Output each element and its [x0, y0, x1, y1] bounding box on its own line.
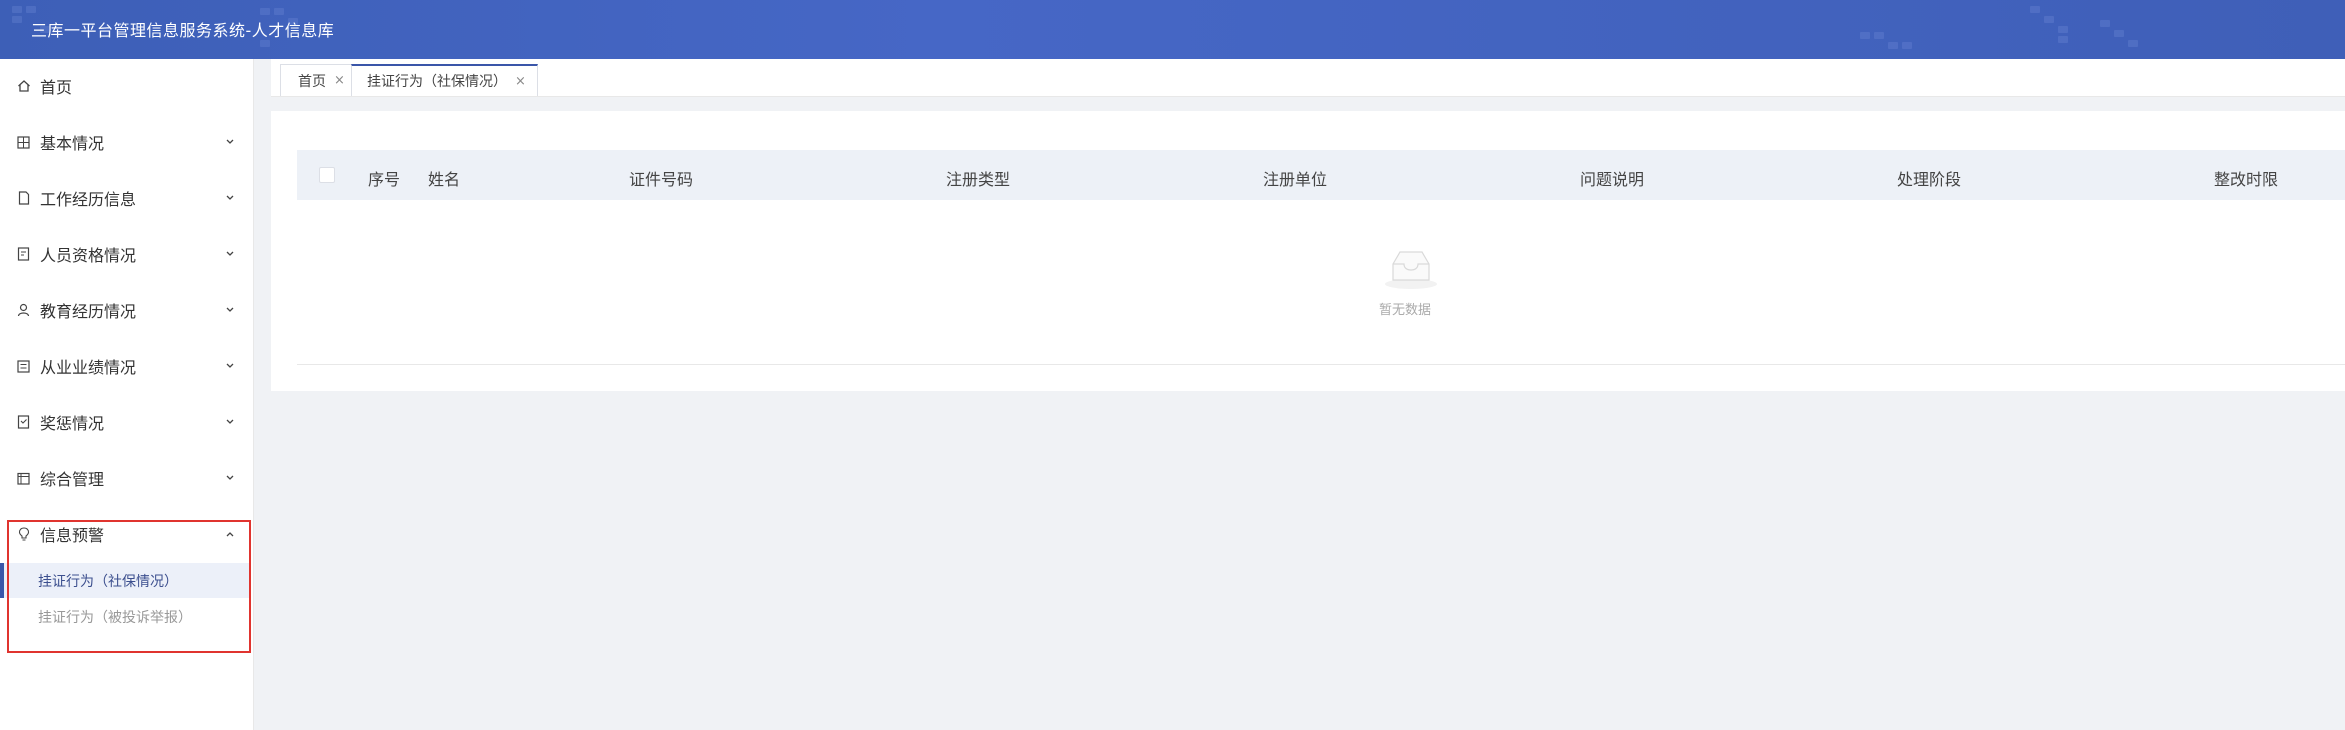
sidebar-item-label: 从业业绩情况 — [40, 358, 137, 377]
sidebar-item-rewards[interactable]: 奖惩情况 — [0, 402, 254, 442]
chevron-up-icon — [224, 528, 236, 540]
sidebar-item-label: 人员资格情况 — [40, 246, 137, 265]
app-title: 三库一平台管理信息服务系统-人才信息库 — [31, 21, 335, 40]
sidebar-item-label: 首页 — [40, 78, 73, 97]
chevron-down-icon — [224, 360, 236, 372]
sidebar-subitem-label: 挂证行为（被投诉举报） — [38, 609, 192, 626]
column-header: 处理阶段 — [1897, 170, 1962, 189]
column-header: 整改时限 — [2214, 170, 2279, 189]
close-icon[interactable]: × — [334, 73, 345, 88]
top-header: 三库一平台管理信息服务系统-人才信息库 — [0, 0, 2345, 59]
certificate-icon — [16, 247, 31, 262]
sidebar-item-label: 信息预警 — [40, 526, 105, 545]
sidebar-item-education[interactable]: 教育经历情况 — [0, 290, 254, 330]
tab-bar: 首页 × 挂证行为（社保情况） × — [271, 59, 2345, 97]
sidebar-item-label: 综合管理 — [40, 470, 105, 489]
sidebar-subitem-social-security[interactable]: 挂证行为（社保情况） — [0, 563, 250, 598]
document-icon — [16, 191, 31, 206]
chevron-down-icon — [224, 472, 236, 484]
sidebar-item-info-warning[interactable]: 信息预警 — [0, 514, 254, 554]
active-indicator — [0, 563, 4, 598]
chevron-down-icon — [224, 304, 236, 316]
tab-label: 首页 — [298, 73, 326, 90]
list-icon — [16, 359, 31, 374]
empty-state-text: 暂无数据 — [1379, 303, 1432, 318]
sidebar-item-basic-info[interactable]: 基本情况 — [0, 122, 254, 162]
sidebar-item-label: 工作经历信息 — [40, 190, 137, 209]
column-header: 姓名 — [428, 170, 461, 189]
sidebar-subitem-label: 挂证行为（社保情况） — [38, 573, 178, 590]
grid-icon — [16, 135, 31, 150]
tab-home[interactable]: 首页 × — [280, 64, 352, 96]
chevron-down-icon — [224, 248, 236, 260]
table-header: 序号 姓名 证件号码 注册类型 注册单位 问题说明 处理阶段 整改时限 — [297, 150, 2345, 200]
sidebar-item-qualification[interactable]: 人员资格情况 — [0, 234, 254, 274]
chevron-down-icon — [224, 136, 236, 148]
sidebar-item-label: 基本情况 — [40, 134, 105, 153]
select-all-checkbox[interactable] — [319, 167, 335, 183]
column-header: 注册单位 — [1263, 170, 1328, 189]
column-header: 序号 — [368, 170, 401, 189]
sidebar-item-label: 教育经历情况 — [40, 302, 137, 321]
table-bottom-border — [297, 364, 2345, 365]
sidebar-item-management[interactable]: 综合管理 — [0, 458, 254, 498]
sidebar-subitem-complaints[interactable]: 挂证行为（被投诉举报） — [0, 599, 250, 634]
sidebar-item-work-history[interactable]: 工作经历信息 — [0, 178, 254, 218]
empty-state-icon — [1371, 246, 1451, 294]
home-icon — [16, 79, 31, 94]
tab-label: 挂证行为（社保情况） — [367, 74, 507, 90]
bulb-icon — [16, 527, 31, 542]
calendar-icon — [16, 471, 31, 486]
sidebar: 首页 基本情况 工作经历信息 人员资格情况 教育经历情况 从业业绩情况 奖惩情况… — [0, 59, 254, 730]
chevron-down-icon — [224, 416, 236, 428]
header-pattern — [0, 0, 2345, 59]
tab-social-security[interactable]: 挂证行为（社保情况） × — [351, 64, 538, 96]
content-panel: 序号 姓名 证件号码 注册类型 注册单位 问题说明 处理阶段 整改时限 暂无数据 — [271, 111, 2345, 391]
chevron-down-icon — [224, 192, 236, 204]
close-icon[interactable]: × — [515, 74, 526, 89]
column-header: 问题说明 — [1580, 170, 1645, 189]
sidebar-item-performance[interactable]: 从业业绩情况 — [0, 346, 254, 386]
award-icon — [16, 415, 31, 430]
user-icon — [16, 303, 31, 318]
sidebar-item-home[interactable]: 首页 — [0, 66, 254, 106]
column-header: 注册类型 — [946, 170, 1011, 189]
sidebar-item-label: 奖惩情况 — [40, 414, 105, 433]
column-header: 证件号码 — [629, 170, 694, 189]
